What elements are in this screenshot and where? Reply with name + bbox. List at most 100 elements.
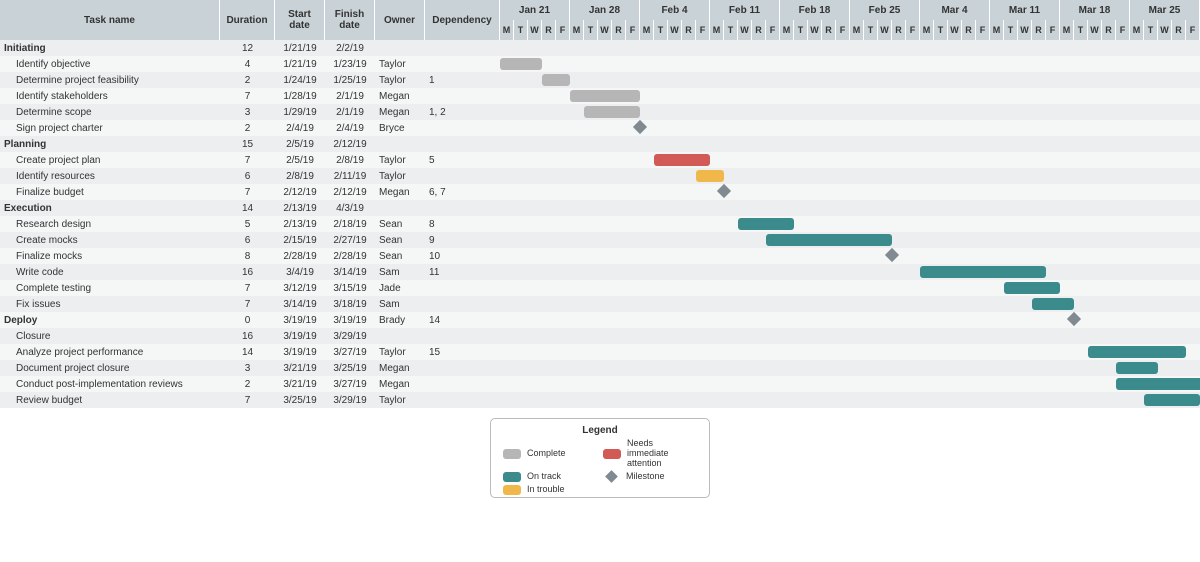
task-name-cell: Complete testing — [0, 280, 220, 296]
dependency-cell — [425, 360, 500, 376]
week-header: Feb 11 — [710, 0, 780, 20]
start-cell: 1/21/19 — [275, 40, 325, 56]
dependency-cell — [425, 376, 500, 392]
hdr-dependency: Dependency — [425, 0, 500, 40]
timeline-row — [500, 312, 1200, 328]
duration-cell: 7 — [220, 280, 275, 296]
milestone-icon[interactable] — [885, 248, 899, 262]
start-cell: 3/19/19 — [275, 344, 325, 360]
day-header: R — [892, 20, 906, 40]
gantt-bar[interactable] — [1032, 298, 1074, 310]
duration-cell: 7 — [220, 184, 275, 200]
start-cell: 2/5/19 — [275, 136, 325, 152]
day-header: T — [1144, 20, 1158, 40]
day-header: M — [1060, 20, 1074, 40]
owner-cell: Brady — [375, 312, 425, 328]
day-header: F — [1116, 20, 1130, 40]
gantt-bar[interactable] — [1116, 378, 1200, 390]
table-row: Planning152/5/192/12/19 — [0, 136, 500, 152]
task-name-cell: Finalize mocks — [0, 248, 220, 264]
task-name-cell: Execution — [0, 200, 220, 216]
owner-cell: Sean — [375, 248, 425, 264]
duration-cell: 2 — [220, 120, 275, 136]
timeline-row — [500, 216, 1200, 232]
gantt-bar[interactable] — [570, 90, 640, 102]
hdr-start-date: Start date — [275, 0, 325, 40]
duration-cell: 2 — [220, 72, 275, 88]
task-name-cell: Research design — [0, 216, 220, 232]
start-cell: 2/12/19 — [275, 184, 325, 200]
owner-cell: Taylor — [375, 56, 425, 72]
timeline-row — [500, 248, 1200, 264]
day-header: F — [766, 20, 780, 40]
table-row: Identify stakeholders71/28/192/1/19Megan — [0, 88, 500, 104]
dependency-cell: 9 — [425, 232, 500, 248]
owner-cell: Taylor — [375, 72, 425, 88]
gantt-bar[interactable] — [1004, 282, 1060, 294]
table-row: Research design52/13/192/18/19Sean8 — [0, 216, 500, 232]
task-name-cell: Initiating — [0, 40, 220, 56]
duration-cell: 6 — [220, 168, 275, 184]
day-header: T — [1074, 20, 1088, 40]
day-header: W — [528, 20, 542, 40]
duration-cell: 15 — [220, 136, 275, 152]
owner-cell: Sam — [375, 264, 425, 280]
swatch-milestone — [605, 470, 618, 483]
gantt-bar[interactable] — [654, 154, 710, 166]
start-cell: 2/5/19 — [275, 152, 325, 168]
start-cell: 3/21/19 — [275, 360, 325, 376]
gantt-bar[interactable] — [1088, 346, 1186, 358]
timeline-row — [500, 296, 1200, 312]
duration-cell: 7 — [220, 88, 275, 104]
gantt-bar[interactable] — [542, 74, 570, 86]
timeline-row — [500, 104, 1200, 120]
dependency-cell: 1, 2 — [425, 104, 500, 120]
start-cell: 3/19/19 — [275, 328, 325, 344]
duration-cell: 8 — [220, 248, 275, 264]
gantt-bar[interactable] — [696, 170, 724, 182]
legend-container: Legend Complete Needs immediate attentio… — [0, 418, 1200, 498]
table-row: Review budget73/25/193/29/19Taylor — [0, 392, 500, 408]
start-cell: 1/28/19 — [275, 88, 325, 104]
finish-cell: 3/29/19 — [325, 392, 375, 408]
table-row: Closure163/19/193/29/19 — [0, 328, 500, 344]
dependency-cell — [425, 200, 500, 216]
dependency-cell: 8 — [425, 216, 500, 232]
gantt-bar[interactable] — [738, 218, 794, 230]
gantt-bar[interactable] — [1116, 362, 1158, 374]
gantt-bar[interactable] — [920, 266, 1046, 278]
week-header: Feb 18 — [780, 0, 850, 20]
gantt-bar[interactable] — [500, 58, 542, 70]
gantt-bar[interactable] — [766, 234, 892, 246]
dependency-cell: 1 — [425, 72, 500, 88]
owner-cell: Megan — [375, 360, 425, 376]
table-row: Determine scope31/29/192/1/19Megan1, 2 — [0, 104, 500, 120]
task-name-cell: Fix issues — [0, 296, 220, 312]
duration-cell: 14 — [220, 344, 275, 360]
milestone-icon[interactable] — [717, 184, 731, 198]
day-header: F — [556, 20, 570, 40]
finish-cell: 3/25/19 — [325, 360, 375, 376]
day-header: M — [710, 20, 724, 40]
start-cell: 2/13/19 — [275, 200, 325, 216]
owner-cell: Megan — [375, 376, 425, 392]
timeline-row — [500, 152, 1200, 168]
finish-cell: 2/11/19 — [325, 168, 375, 184]
dependency-cell: 5 — [425, 152, 500, 168]
task-name-cell: Identify stakeholders — [0, 88, 220, 104]
milestone-icon[interactable] — [633, 120, 647, 134]
gantt-bar[interactable] — [584, 106, 640, 118]
start-cell: 2/8/19 — [275, 168, 325, 184]
duration-cell: 7 — [220, 152, 275, 168]
milestone-icon[interactable] — [1067, 312, 1081, 326]
swatch-ontrack — [503, 472, 521, 482]
hdr-duration: Duration — [220, 0, 275, 40]
table-row: Identify resources62/8/192/11/19Taylor — [0, 168, 500, 184]
gantt-bar[interactable] — [1144, 394, 1200, 406]
start-cell: 3/12/19 — [275, 280, 325, 296]
legend-ontrack: On track — [503, 472, 597, 482]
table-row: Deploy03/19/193/19/19Brady14 — [0, 312, 500, 328]
start-cell: 3/4/19 — [275, 264, 325, 280]
timeline-row — [500, 120, 1200, 136]
day-header: R — [612, 20, 626, 40]
